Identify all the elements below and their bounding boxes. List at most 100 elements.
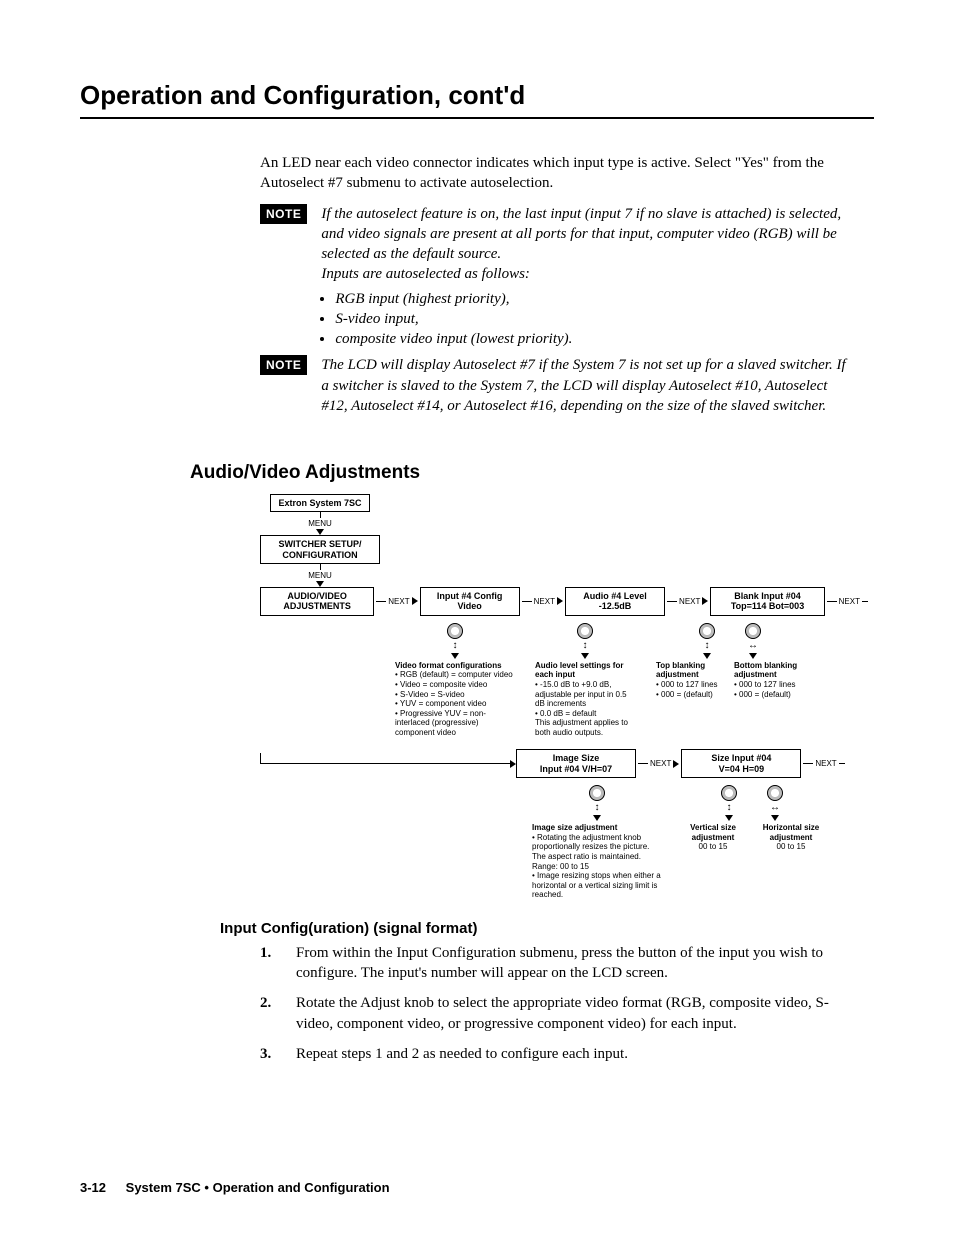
fc-line: V=04 H=09 bbox=[686, 764, 796, 774]
fc-line: Input #4 Config bbox=[425, 591, 515, 601]
step-number: 1. bbox=[260, 943, 296, 984]
h-connector: NEXT bbox=[522, 597, 563, 606]
h-connector: NEXT bbox=[638, 759, 679, 768]
next-label: NEXT bbox=[388, 597, 409, 606]
body-text-block: An LED near each video connector indicat… bbox=[260, 153, 854, 416]
desc-line: • 0.0 dB = default bbox=[535, 709, 635, 719]
desc-horizontal-size: Horizontal size adjustment 00 to 15 bbox=[756, 823, 826, 852]
note-body: If the autoselect feature is on, the las… bbox=[321, 204, 854, 350]
desc-title: Vertical size adjustment bbox=[690, 823, 736, 842]
updown-arrow-icon: ↕ bbox=[595, 803, 600, 813]
desc-title: Horizontal size adjustment bbox=[763, 823, 819, 842]
loop-line bbox=[260, 753, 511, 764]
desc-size-vh: Vertical size adjustment 00 to 15 Horizo… bbox=[678, 823, 826, 852]
fc-box-blank-input: Blank Input #04 Top=114 Bot=003 bbox=[710, 587, 824, 616]
fc-line: Input #04 V/H=07 bbox=[521, 764, 631, 774]
step-1: 1. From within the Input Configuration s… bbox=[260, 943, 854, 984]
desc-row: • YUV = component video bbox=[395, 699, 515, 709]
desc-image-size: Image size adjustment • Rotating the adj… bbox=[532, 823, 662, 900]
desc-line: • 000 to 127 lines bbox=[656, 680, 726, 690]
fc-line: -12.5dB bbox=[570, 601, 660, 611]
fc-box-image-size: Image Size Input #04 V/H=07 bbox=[516, 749, 636, 778]
menu-label: MENU bbox=[308, 519, 332, 528]
desc-row: • Progressive YUV = non-interlaced (prog… bbox=[395, 709, 515, 738]
leftright-arrow-icon: ↔ bbox=[770, 803, 780, 813]
note-2-text: The LCD will display Autoselect #7 if th… bbox=[321, 357, 845, 414]
note-1-bullet-1: S-video input, bbox=[335, 309, 854, 329]
h-connector: NEXT bbox=[803, 759, 844, 768]
fc-desc-row-2: ↕ Image size adjustment • Rotating the a… bbox=[260, 782, 870, 900]
page-title: Operation and Configuration, cont'd bbox=[80, 80, 874, 111]
note-2: NOTE The LCD will display Autoselect #7 … bbox=[260, 355, 854, 416]
desc-bottom-blanking: Bottom blanking adjustment • 000 to 127 … bbox=[734, 661, 804, 699]
adjust-knob-icon bbox=[447, 623, 463, 639]
step-text: Repeat steps 1 and 2 as needed to config… bbox=[296, 1044, 854, 1064]
desc-line: • 000 = (default) bbox=[656, 690, 726, 700]
desc-title: Top blanking adjustment bbox=[656, 661, 705, 680]
desc-line: • 000 = (default) bbox=[734, 690, 804, 700]
note-1: NOTE If the autoselect feature is on, th… bbox=[260, 204, 854, 350]
updown-arrow-icon: ↕ bbox=[453, 641, 458, 651]
desc-blanking: Top blanking adjustment • 000 to 127 lin… bbox=[656, 661, 804, 699]
desc-line: • 000 to 127 lines bbox=[734, 680, 804, 690]
next-label: NEXT bbox=[839, 597, 860, 606]
h-connector: NEXT bbox=[667, 597, 708, 606]
subsection-heading: Input Config(uration) (signal format) bbox=[220, 920, 874, 937]
fc-desc-row-1: ↕ Video format configurations • RGB (def… bbox=[260, 620, 870, 738]
desc-line: 00 to 15 bbox=[678, 842, 748, 852]
page-footer: 3-12 System 7SC • Operation and Configur… bbox=[80, 1180, 390, 1195]
note-badge: NOTE bbox=[260, 355, 307, 375]
menu-label: MENU bbox=[308, 571, 332, 580]
desc-row: • Video = composite video bbox=[395, 680, 515, 690]
desc-line: This adjustment applies to both audio ou… bbox=[535, 718, 635, 737]
flowchart: Extron System 7SC MENU SWITCHER SETUP/ C… bbox=[260, 494, 870, 900]
intro-paragraph: An LED near each video connector indicat… bbox=[260, 153, 854, 194]
horizontal-rule bbox=[80, 117, 874, 119]
fc-line: Audio #4 Level bbox=[570, 591, 660, 601]
section-heading: Audio/Video Adjustments bbox=[190, 462, 874, 484]
fc-row-1: AUDIO/VIDEO ADJUSTMENTS NEXT Input #4 Co… bbox=[260, 587, 870, 616]
desc-video-format: Video format configurations • RGB (defau… bbox=[395, 661, 515, 738]
fc-box-extron: Extron System 7SC bbox=[270, 494, 370, 512]
adjust-knob-icon bbox=[589, 785, 605, 801]
next-label: NEXT bbox=[650, 759, 671, 768]
ordered-steps: 1. From within the Input Configuration s… bbox=[260, 943, 854, 1064]
desc-line: • -15.0 dB to +9.0 dB, adjustable per in… bbox=[535, 680, 635, 709]
fc-line: Size Input #04 bbox=[686, 753, 796, 763]
desc-line: • Rotating the adjustment knob proportio… bbox=[532, 833, 662, 871]
leftright-arrow-icon: ↔ bbox=[748, 641, 758, 651]
h-connector: NEXT bbox=[376, 597, 417, 606]
note-1-list: RGB input (highest priority), S-video in… bbox=[321, 289, 854, 350]
desc-vertical-size: Vertical size adjustment 00 to 15 bbox=[678, 823, 748, 852]
fc-line: Image Size bbox=[521, 753, 631, 763]
desc-row: • S-Video = S-video bbox=[395, 690, 515, 700]
fc-box-audio-level: Audio #4 Level -12.5dB bbox=[565, 587, 665, 616]
step-number: 3. bbox=[260, 1044, 296, 1064]
fc-line: Blank Input #04 bbox=[715, 591, 819, 601]
desc-top-blanking: Top blanking adjustment • 000 to 127 lin… bbox=[656, 661, 726, 699]
fc-box-input-config: Input #4 Config Video bbox=[420, 587, 520, 616]
v-connector: MENU bbox=[308, 512, 332, 535]
updown-arrow-icon: ↕ bbox=[583, 641, 588, 651]
desc-row: • RGB (default) = computer video bbox=[395, 670, 515, 680]
adjust-knob-icon bbox=[767, 785, 783, 801]
note-1-bullet-0: RGB input (highest priority), bbox=[335, 289, 854, 309]
desc-title: Audio level settings for each input bbox=[535, 661, 623, 680]
updown-arrow-icon: ↕ bbox=[727, 803, 732, 813]
note-badge: NOTE bbox=[260, 204, 307, 224]
fc-row-2: Image Size Input #04 V/H=07 NEXT Size In… bbox=[260, 749, 870, 778]
desc-line: 00 to 15 bbox=[756, 842, 826, 852]
next-label: NEXT bbox=[815, 759, 836, 768]
next-label: NEXT bbox=[679, 597, 700, 606]
v-connector: MENU bbox=[308, 564, 332, 587]
adjust-knob-icon bbox=[699, 623, 715, 639]
fc-box-switcher-setup: SWITCHER SETUP/ CONFIGURATION bbox=[260, 535, 380, 564]
page: Operation and Configuration, cont'd An L… bbox=[0, 0, 954, 1235]
adjust-knob-icon bbox=[577, 623, 593, 639]
note-1-bullet-2: composite video input (lowest priority). bbox=[335, 329, 854, 349]
step-text: Rotate the Adjust knob to select the app… bbox=[296, 993, 854, 1034]
adjust-knob-icon bbox=[745, 623, 761, 639]
desc-title: Image size adjustment bbox=[532, 823, 617, 832]
step-number: 2. bbox=[260, 993, 296, 1034]
footer-title: System 7SC • Operation and Configuration bbox=[126, 1180, 390, 1195]
